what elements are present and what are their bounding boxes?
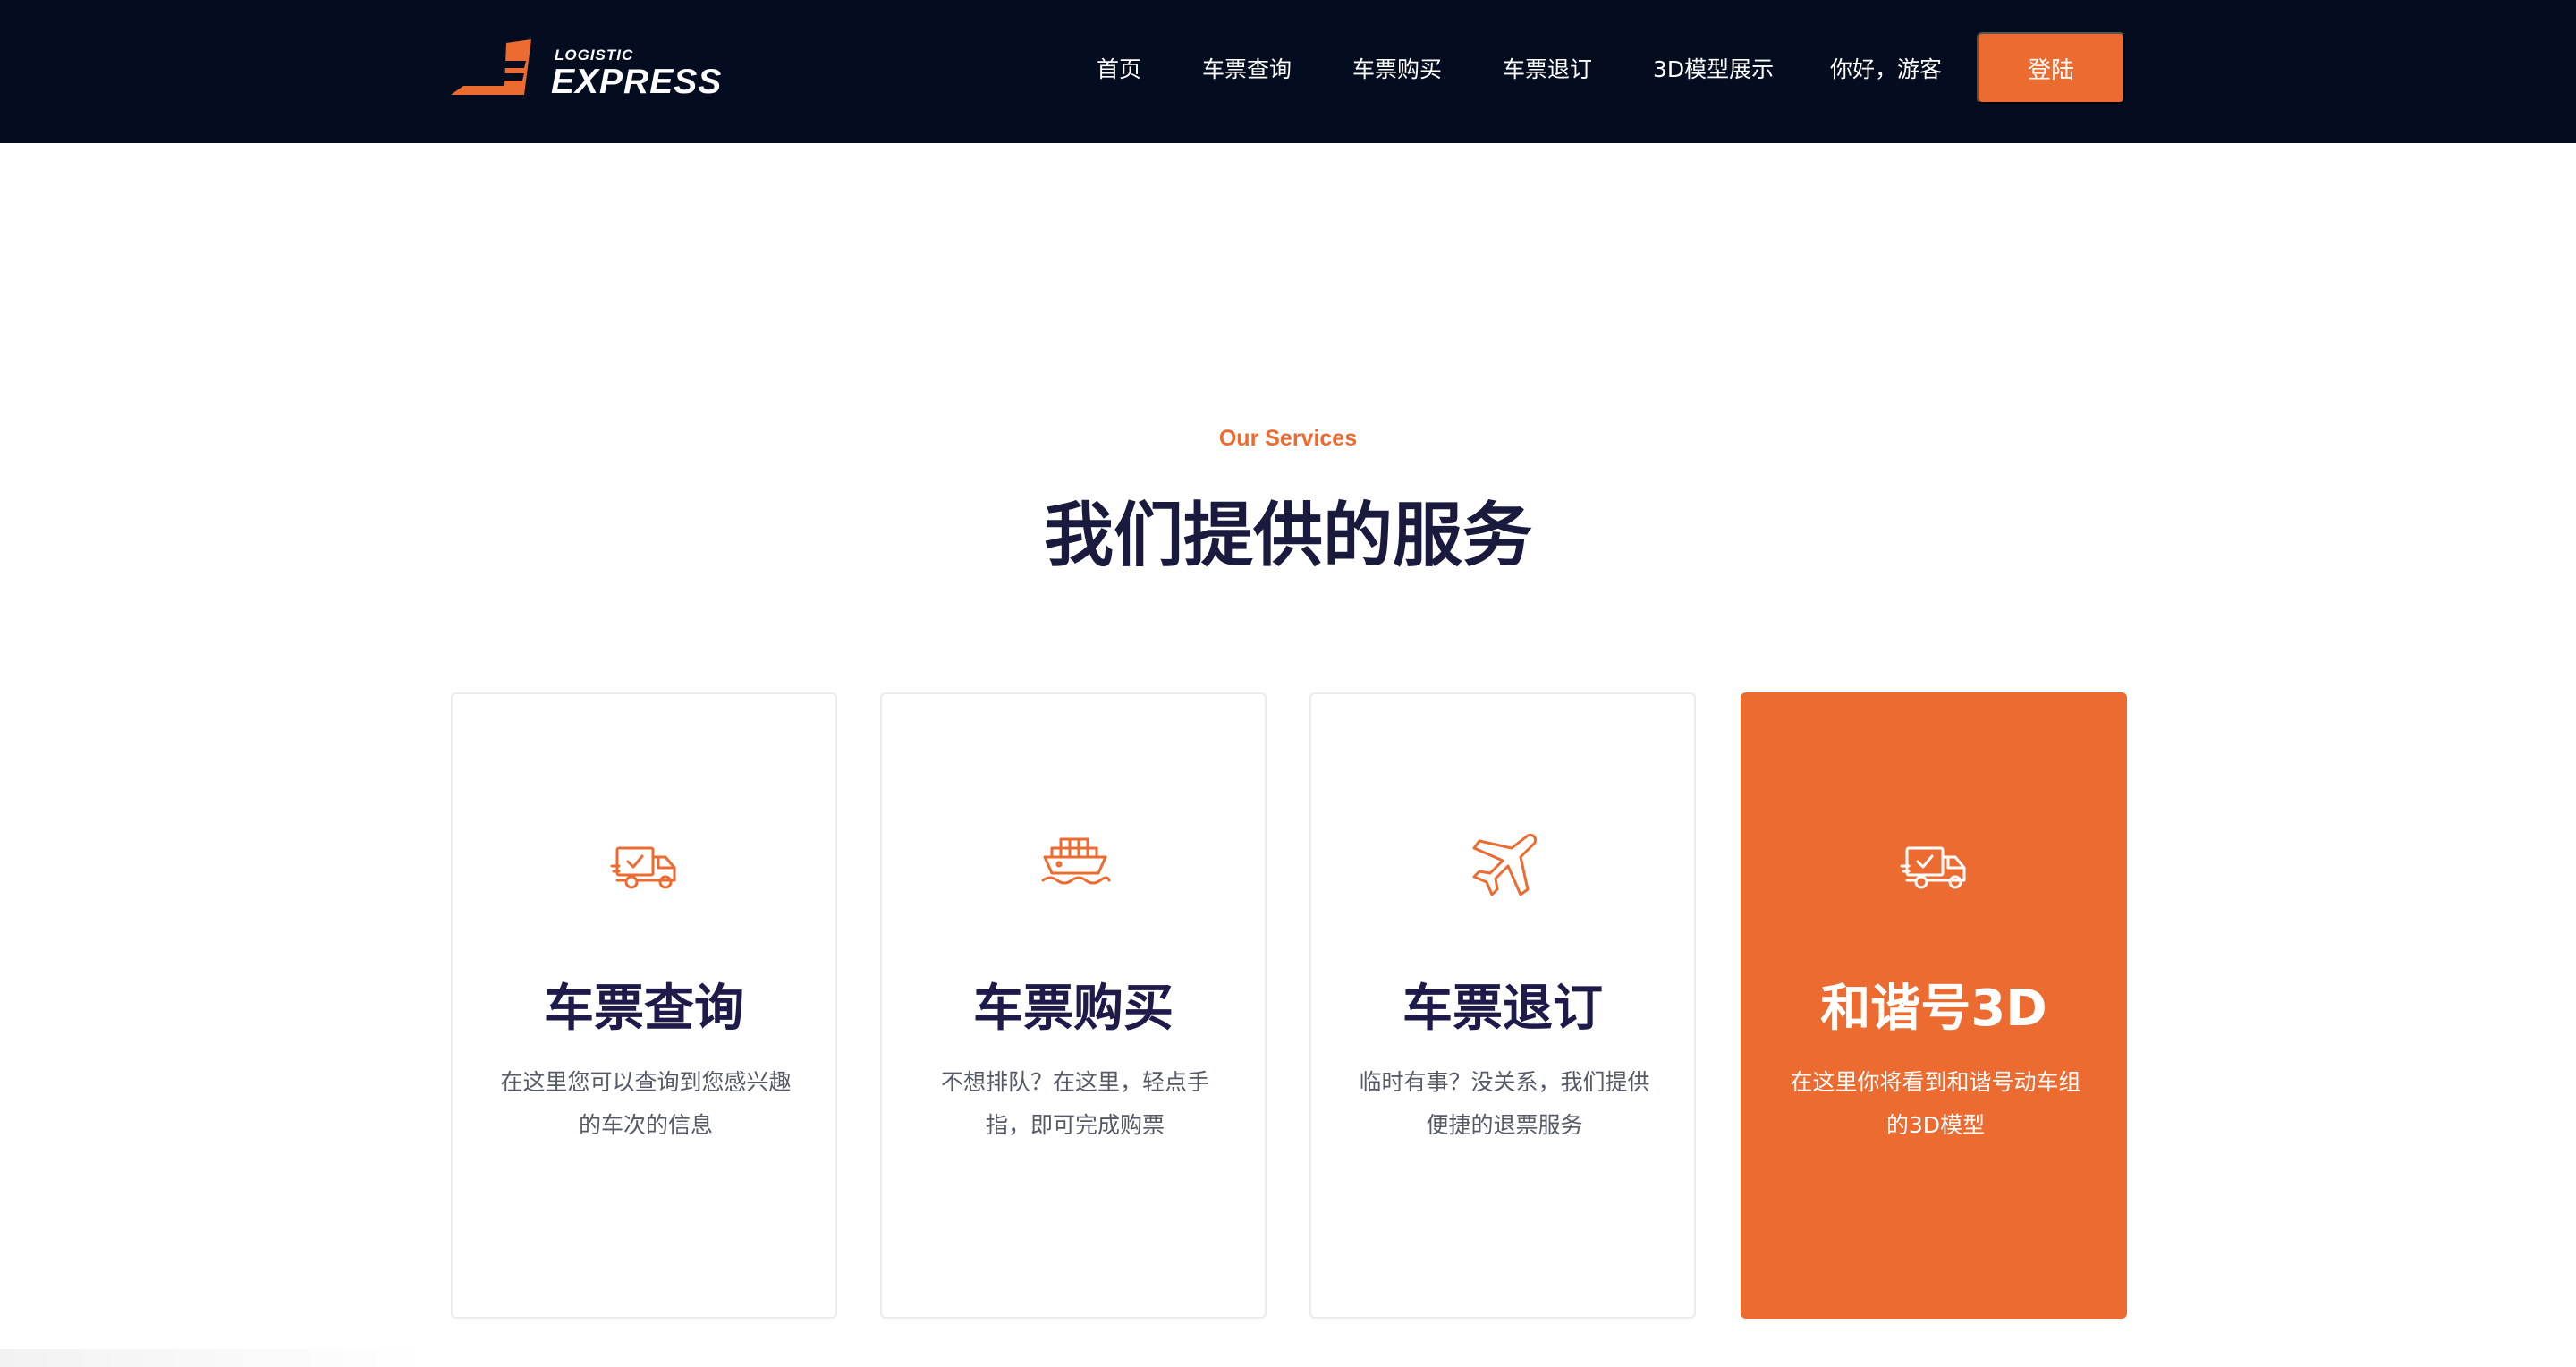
nav-item-ticket-query[interactable]: 车票查询 — [1202, 52, 1292, 88]
section-eyebrow: Our Services — [1218, 426, 1358, 451]
login-button[interactable]: 登陆 — [1977, 32, 2125, 104]
nav-item-ticket-purchase[interactable]: 车票购买 — [1352, 52, 1442, 88]
section-title: 我们提供的服务 — [1043, 496, 1532, 576]
user-greeting: 你好，游客 — [1830, 56, 1943, 82]
service-card-ticket-refund[interactable]: 车票退订 临时有事？没关系，我们提供便捷的退票服务 — [1309, 692, 1696, 1319]
airplane-icon — [1469, 830, 1540, 902]
site-header: LOGISTIC EXPRESS 首页 车票查询 车票购买 车票退订 3D模型展… — [0, 0, 2576, 143]
cargo-ship-icon — [1039, 830, 1111, 902]
delivery-truck-icon — [610, 830, 682, 902]
logo-tagline: LOGISTIC — [555, 47, 634, 64]
logo-wordmark: EXPRESS — [551, 63, 723, 101]
card-description: 在这里您可以查询到您感兴趣的车次的信息 — [500, 1069, 792, 1138]
delivery-truck-icon — [1900, 830, 1971, 902]
card-description: 临时有事？没关系，我们提供便捷的退票服务 — [1359, 1069, 1650, 1138]
nav-item-home[interactable]: 首页 — [1097, 52, 1141, 88]
card-description: 不想排队？在这里，轻点手指，即可完成购票 — [940, 1069, 1209, 1138]
card-title: 车票查询 — [544, 980, 744, 1038]
nav-item-ticket-refund[interactable]: 车票退订 — [1503, 52, 1592, 88]
nav-item-3d-model[interactable]: 3D模型展示 — [1653, 52, 1774, 88]
card-description: 在这里你将看到和谐号动车组的3D模型 — [1790, 1069, 2081, 1138]
card-title: 车票购买 — [973, 980, 1174, 1038]
logo-wing-icon — [451, 39, 531, 95]
service-card-3d-model[interactable]: 和谐号3D 在这里你将看到和谐号动车组的3D模型 — [1741, 692, 2127, 1319]
logo[interactable]: LOGISTIC EXPRESS — [451, 39, 721, 107]
bottom-shadow — [0, 1349, 429, 1367]
card-title: 车票退订 — [1402, 980, 1603, 1038]
card-title: 和谐号3D — [1820, 980, 2047, 1038]
service-card-ticket-query[interactable]: 车票查询 在这里您可以查询到您感兴趣的车次的信息 — [451, 692, 837, 1319]
service-card-ticket-purchase[interactable]: 车票购买 不想排队？在这里，轻点手指，即可完成购票 — [880, 692, 1267, 1319]
